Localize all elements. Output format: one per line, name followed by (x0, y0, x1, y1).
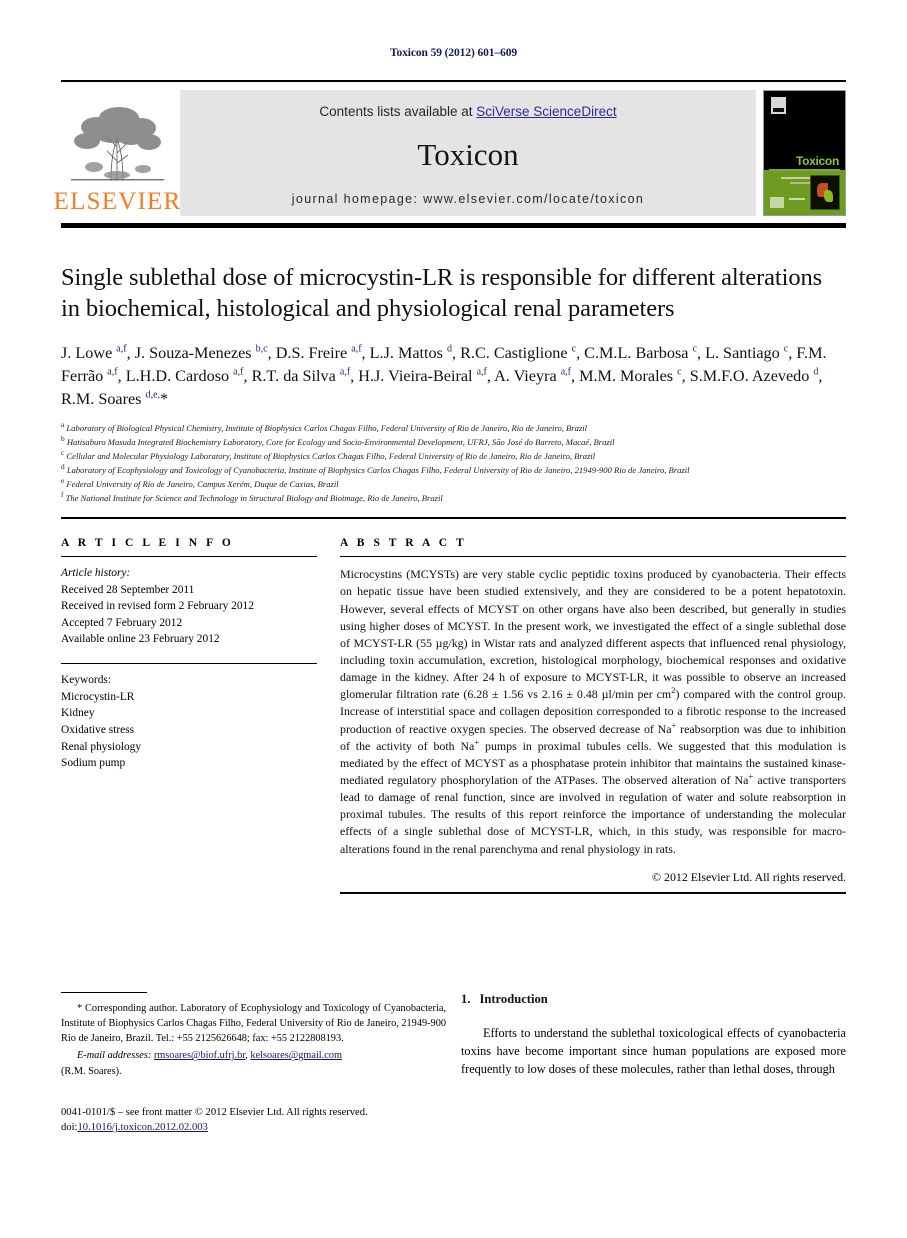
article-history-label: Article history: (61, 567, 131, 580)
article-info-heading: A R T I C L E I N F O (61, 536, 234, 549)
cover-bottom-logo-icon (770, 197, 784, 208)
column-gap (317, 537, 340, 894)
history-item: Available online 23 February 2012 (61, 633, 220, 646)
affiliation-text: The National Institute for Science and T… (65, 492, 443, 503)
sciverse-sciencedirect-link[interactable]: SciVerse ScienceDirect (476, 104, 616, 119)
cover-photo-inset (810, 175, 840, 210)
cover-subtitle-line-1 (769, 168, 840, 172)
elsevier-tree-icon (71, 107, 164, 182)
journal-homepage-line[interactable]: journal homepage: www.elsevier.com/locat… (292, 192, 644, 206)
affiliation-item: c Cellular and Molecular Physiology Labo… (61, 448, 846, 464)
affiliation-marker: d (61, 462, 65, 472)
elsevier-logo: ELSEVIER (54, 90, 180, 216)
affiliation-marker: c (61, 448, 65, 458)
article-info-column: A R T I C L E I N F O Article history: R… (61, 537, 317, 894)
affiliation-item: e Federal University of Rio de Janeiro, … (61, 476, 846, 492)
doi-label: doi: (61, 1121, 78, 1133)
affiliation-item: b Hatisaburo Masuda Integrated Biochemis… (61, 434, 846, 450)
affiliation-item: d Laboratory of Ecophysiology and Toxico… (61, 462, 846, 478)
correspondence-column: * Corresponding author. Laboratory of Ec… (61, 992, 446, 1135)
footnote-separator (61, 992, 147, 993)
keyword-item: Kidney (61, 707, 95, 720)
journal-masthead: ELSEVIER Contents lists available at Sci… (54, 80, 846, 216)
article-history: Article history: Received 28 September 2… (61, 565, 317, 648)
introduction-column: 1. Introduction Efforts to understand the… (461, 992, 846, 1135)
history-item: Received 28 September 2011 (61, 583, 195, 596)
cover-title-text: Toxicon (795, 154, 839, 169)
keyword-item: Sodium pump (61, 757, 126, 770)
corresponding-author-note: * Corresponding author. Laboratory of Ec… (61, 1001, 446, 1079)
affiliation-text: Hatisaburo Masuda Integrated Biochemistr… (66, 437, 615, 448)
cover-issue-marker (789, 198, 805, 200)
abstract-bottom-rule (340, 891, 846, 894)
keyword-item: Oxidative stress (61, 724, 135, 736)
masthead-bottom-rule (61, 223, 846, 228)
affiliation-item: f The National Institute for Science and… (61, 489, 846, 506)
abstract-column: A B S T R A C T Microcystins (MCYSTs) ar… (340, 537, 846, 894)
history-item: Received in revised form 2 February 2012 (61, 600, 254, 613)
affiliation-text: Federal University of Rio de Janeiro, Ca… (66, 478, 339, 489)
page-title: Single sublethal dose of microcystin-LR … (61, 264, 823, 323)
corresponding-author-text: * Corresponding author. Laboratory of Ec… (61, 1003, 446, 1045)
info-abstract-row: A R T I C L E I N F O Article history: R… (61, 537, 846, 894)
journal-title: Toxicon (417, 137, 519, 172)
issn-line: 0041-0101/$ – see front matter © 2012 El… (61, 1106, 368, 1118)
affiliation-text: Laboratory of Ecophysiology and Toxicolo… (66, 464, 690, 475)
affiliation-item: a Laboratory of Biological Physical Chem… (61, 420, 846, 436)
running-head: Toxicon 59 (2012) 601–609 (389, 47, 518, 59)
affiliation-list: a Laboratory of Biological Physical Chem… (61, 420, 846, 506)
contents-list-line: Contents lists available at SciVerse Sci… (319, 104, 616, 119)
introduction-paragraph: Efforts to understand the sublethal toxi… (461, 1026, 846, 1077)
issn-copyright-block: 0041-0101/$ – see front matter © 2012 El… (61, 1105, 446, 1136)
affiliation-text: Cellular and Molecular Physiology Labora… (66, 451, 596, 462)
abstract-rule (340, 555, 846, 558)
abstract-heading: A B S T R A C T (340, 536, 467, 549)
affiliation-marker: a (61, 420, 65, 430)
elsevier-wordmark: ELSEVIER (53, 188, 182, 215)
keyword-item: Microcystin-LR (61, 690, 135, 703)
article-first-page: Toxicon 59 (2012) 601–609 ELSEVIER Conte… (0, 0, 907, 1238)
contents-prefix: Contents lists available at (319, 104, 477, 119)
email-owner: (R.M. Soares). (61, 1065, 122, 1077)
footer-columns: * Corresponding author. Laboratory of Ec… (61, 992, 846, 1135)
keywords-label: Keywords: (61, 674, 111, 687)
keywords-block: Keywords: Microcystin-LR Kidney Oxidativ… (61, 672, 317, 771)
introduction-number: 1. (461, 992, 471, 1006)
article-info-rule (61, 555, 317, 558)
affiliation-text: Laboratory of Biological Physical Chemis… (66, 423, 588, 434)
email-link-primary[interactable]: rmsoares@biof.ufrj.br (154, 1050, 245, 1061)
journal-cover-thumbnail[interactable]: Toxicon (763, 90, 846, 216)
journal-banner: Contents lists available at SciVerse Sci… (180, 90, 756, 216)
introduction-heading: 1. Introduction (461, 992, 846, 1007)
affiliation-marker: b (61, 434, 65, 444)
author-list: J. Lowe a,f, J. Souza-Menezes b,c, D.S. … (61, 343, 827, 409)
affiliation-marker: e (61, 476, 65, 486)
footer-column-gap (446, 992, 461, 1135)
introduction-heading-text: Introduction (479, 992, 548, 1006)
doi-line: doi:10.1016/j.toxicon.2012.02.003 (61, 1120, 446, 1135)
keywords-rule (61, 662, 317, 665)
keyword-item: Renal physiology (61, 740, 142, 753)
abstract-copyright: © 2012 Elsevier Ltd. All rights reserved… (652, 869, 846, 884)
affiliations-bottom-rule (61, 516, 846, 519)
abstract-text: Microcystins (MCYSTs) are very stable cy… (340, 567, 846, 856)
email-link-secondary[interactable]: kelsoares@gmail.com (250, 1050, 342, 1061)
history-item: Accepted 7 February 2012 (61, 616, 183, 629)
cover-elsevier-mark-icon (771, 97, 786, 114)
email-label: E-mail addresses: (77, 1050, 152, 1062)
doi-link[interactable]: 10.1016/j.toxicon.2012.02.003 (77, 1122, 207, 1133)
affiliation-marker: f (61, 489, 64, 499)
email-line: E-mail addresses: rmsoares@biof.ufrj.br,… (61, 1048, 446, 1063)
